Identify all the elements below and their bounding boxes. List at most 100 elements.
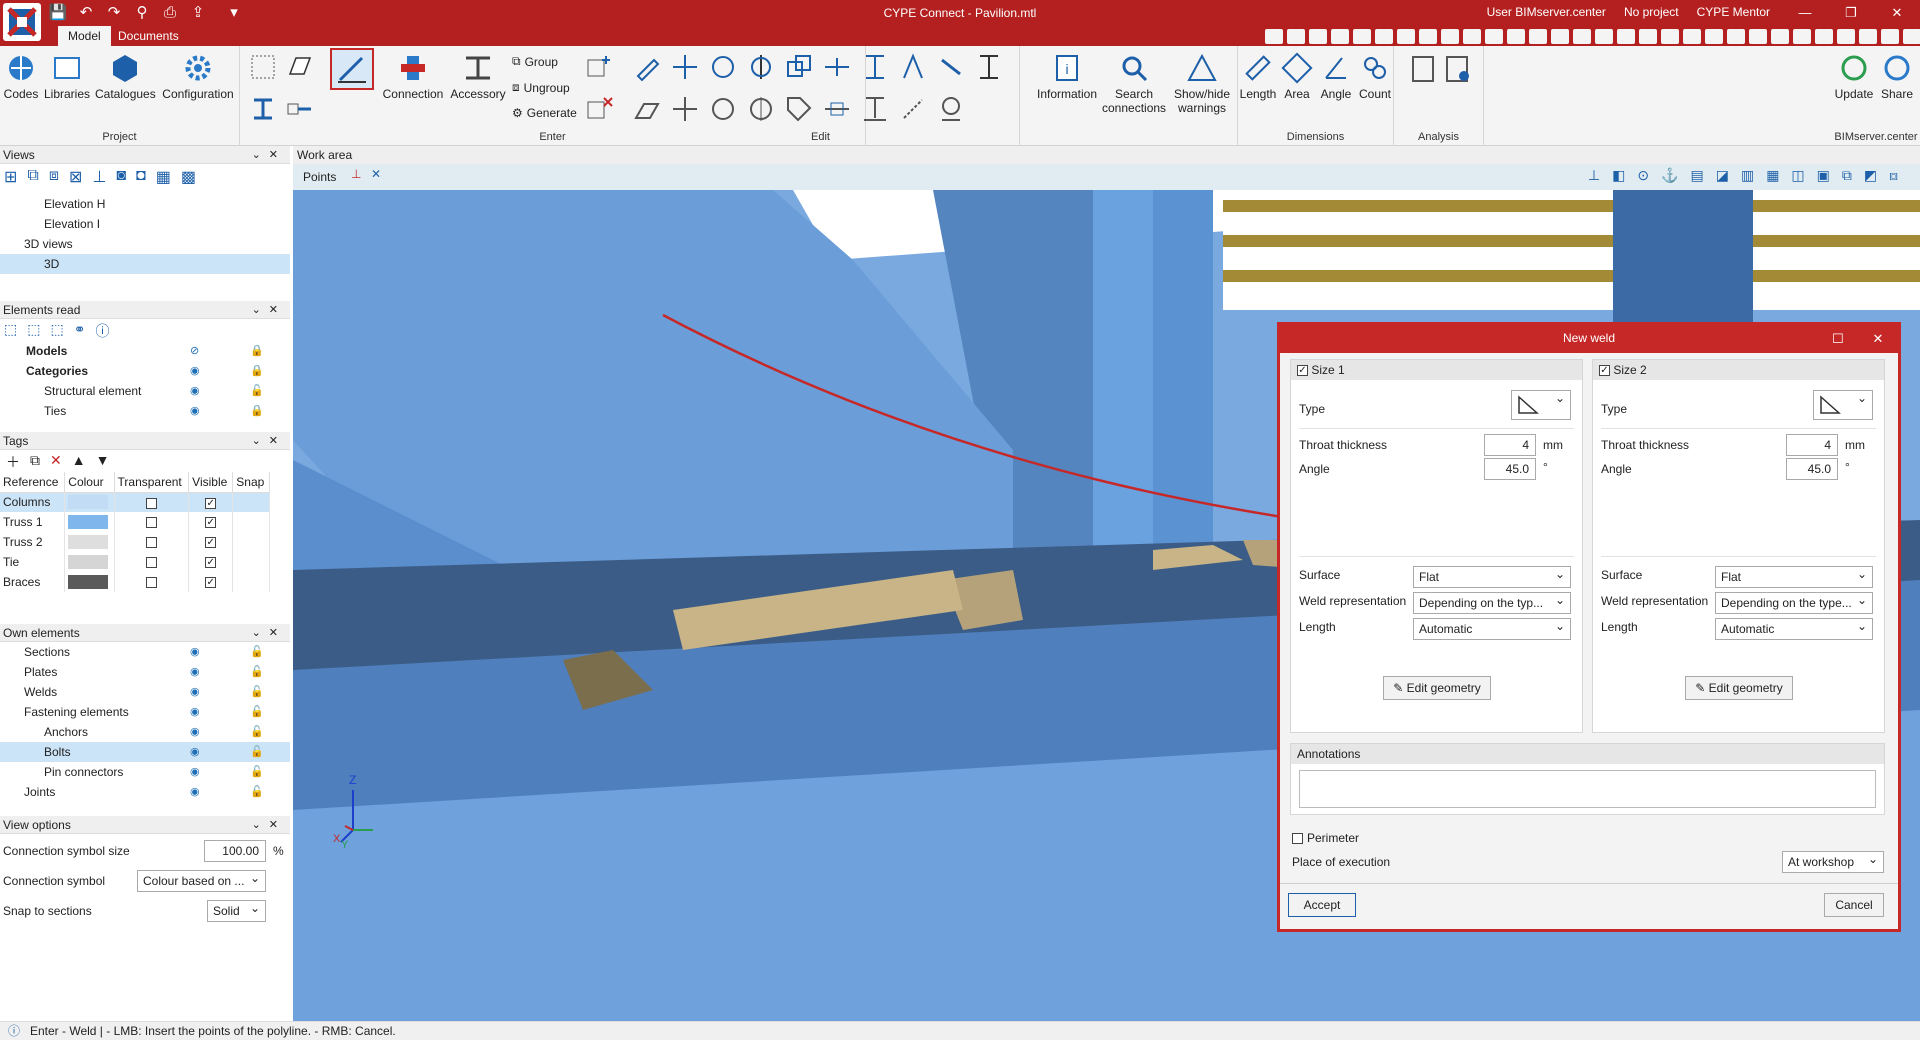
info-icon[interactable]: ⓘ [95, 321, 109, 339]
weld-button[interactable] [330, 48, 374, 90]
lock-icon[interactable]: 🔓 [250, 782, 264, 802]
view-tool-icon[interactable] [1375, 29, 1393, 44]
delete-element-icon[interactable] [584, 94, 614, 124]
tag-transparent[interactable] [114, 552, 190, 572]
angle-button[interactable]: Angle [1316, 52, 1356, 101]
count-button[interactable]: Count [1356, 52, 1394, 101]
search-connections-button[interactable]: Search connections [1102, 52, 1166, 115]
view-tool-icon[interactable] [1595, 29, 1613, 44]
tag-reference[interactable]: Truss 1 [0, 512, 66, 532]
tag-transparent[interactable] [114, 532, 190, 552]
view-tool-icon[interactable] [1793, 29, 1811, 44]
visible-checkbox[interactable]: ✓ [205, 577, 217, 589]
ungroup-button[interactable]: ⧈ Ungroup [512, 80, 570, 95]
plate-grid-icon[interactable] [248, 52, 278, 82]
project-label[interactable]: No project [1624, 5, 1679, 19]
user-label[interactable]: User BIMserver.center [1487, 5, 1606, 19]
tag-snap[interactable] [232, 512, 270, 532]
tree-item[interactable]: Models ⊘ 🔒 [0, 341, 290, 361]
grid-view-icon[interactable]: ▦ [156, 167, 171, 191]
close-dialog-button[interactable]: ✕ [1858, 325, 1898, 353]
view-tool-icon[interactable] [1837, 29, 1855, 44]
minimize-button[interactable]: — [1782, 0, 1828, 26]
copy-icon[interactable] [784, 52, 814, 82]
lock-icon[interactable]: 🔓 [250, 662, 264, 682]
accessory-button[interactable]: Accessory [450, 52, 506, 101]
lock-icon[interactable]: 🔓 [250, 762, 264, 782]
view-tool-icon[interactable] [1265, 29, 1283, 44]
element-group-icon[interactable]: ⬚ [50, 321, 63, 339]
view-tool-icon[interactable] [1727, 29, 1745, 44]
element-link-icon[interactable]: ⚭ [74, 321, 86, 339]
view-tool-icon[interactable] [1485, 29, 1503, 44]
element-select-icon[interactable]: ⬚ [27, 321, 40, 339]
area-button[interactable]: Area [1278, 52, 1316, 101]
lock-icon[interactable]: 🔓 [250, 742, 264, 762]
tag-reference[interactable]: Tie [0, 552, 66, 572]
size1-throat-input[interactable]: 4 [1484, 434, 1536, 456]
catalogues-button[interactable]: Catalogues [95, 52, 156, 101]
view-tool-icon[interactable] [1419, 29, 1437, 44]
eye-icon[interactable]: ◉ [190, 742, 200, 762]
panel-controls[interactable]: ⌄✕ [252, 146, 286, 164]
lock-icon[interactable]: 🔓 [250, 381, 264, 401]
tag-reference[interactable]: Truss 2 [0, 532, 66, 552]
column-header[interactable]: Snap [232, 472, 270, 493]
plate-icon[interactable] [284, 52, 314, 82]
move-vertex-icon[interactable] [670, 94, 700, 124]
lock-icon[interactable]: 🔓 [250, 682, 264, 702]
size1-rep-select[interactable]: Depending on the typ... [1413, 590, 1571, 614]
move-icon[interactable] [670, 52, 700, 82]
panel-controls[interactable]: ⌄✕ [252, 301, 286, 319]
lock-icon[interactable]: 🔓 [250, 642, 264, 662]
tab-model[interactable]: Model [58, 26, 111, 46]
grid-settings-icon[interactable]: ▩ [181, 167, 196, 191]
tree-item[interactable]: Elevation H [0, 194, 290, 214]
copy-view-icon[interactable]: ⧉ [27, 167, 38, 191]
cancel-button[interactable]: Cancel [1824, 893, 1884, 917]
annotations-textarea[interactable] [1299, 770, 1876, 808]
view-tool-icon[interactable] [1551, 29, 1569, 44]
tag-snap[interactable] [232, 572, 270, 592]
transparent-checkbox[interactable] [145, 517, 157, 529]
tag-transparent[interactable] [114, 492, 190, 512]
view-tool-icon[interactable] [1463, 29, 1481, 44]
tag-visible[interactable]: ✓ [188, 512, 234, 532]
size2-angle-input[interactable]: 45.0 [1786, 458, 1838, 480]
size2-edit-geometry-button[interactable]: ✎ Edit geometry [1685, 676, 1793, 700]
join-icon[interactable] [822, 94, 852, 124]
maximize-dialog-button[interactable]: ☐ [1818, 325, 1858, 353]
view-tool-icon[interactable] [1617, 29, 1635, 44]
transparent-checkbox[interactable] [145, 537, 157, 549]
tree-item[interactable]: Pin connectors ◉ 🔓 [0, 762, 290, 782]
eye-icon[interactable]: ◉ [190, 722, 200, 742]
eye-icon[interactable]: ◉ [190, 762, 200, 782]
connection-button[interactable]: Connection [378, 52, 448, 101]
colour-swatch[interactable] [68, 535, 109, 549]
tree-item[interactable]: Structural element ◉ 🔓 [0, 381, 290, 401]
tag-reference[interactable]: Columns [0, 492, 66, 512]
symbol-select[interactable]: Colour based on ... [137, 868, 266, 892]
tree-item[interactable]: Fastening elements ◉ 🔓 [0, 702, 290, 722]
tag-colour[interactable] [64, 532, 115, 552]
view-tool-icon[interactable] [1749, 29, 1767, 44]
view-tool-icon[interactable] [1859, 29, 1877, 44]
lock-icon[interactable]: 🔒 [250, 341, 264, 361]
view-tool-icon[interactable] [1639, 29, 1657, 44]
eye-icon[interactable]: ◉ [190, 702, 200, 722]
edit-view-icon[interactable]: ⧈ [49, 167, 59, 191]
view-tool-icon[interactable] [1815, 29, 1833, 44]
view-tool-icon[interactable] [1661, 29, 1679, 44]
size1-length-select[interactable]: Automatic [1413, 616, 1571, 640]
size2-rep-select[interactable]: Depending on the type... [1715, 590, 1873, 614]
new-view-icon[interactable]: ⊞ [4, 167, 17, 191]
visible-checkbox[interactable]: ✓ [205, 557, 217, 569]
eye-icon[interactable]: ◉ [190, 401, 200, 421]
tag-transparent[interactable] [114, 572, 190, 592]
size1-header[interactable]: ✓ Size 1 [1291, 360, 1582, 380]
visible-checkbox[interactable]: ✓ [205, 517, 217, 529]
accept-button[interactable]: Accept [1288, 893, 1356, 917]
tag-transparent[interactable] [114, 512, 190, 532]
size2-type-select[interactable] [1813, 388, 1873, 420]
snap-select[interactable]: Solid [207, 898, 266, 922]
